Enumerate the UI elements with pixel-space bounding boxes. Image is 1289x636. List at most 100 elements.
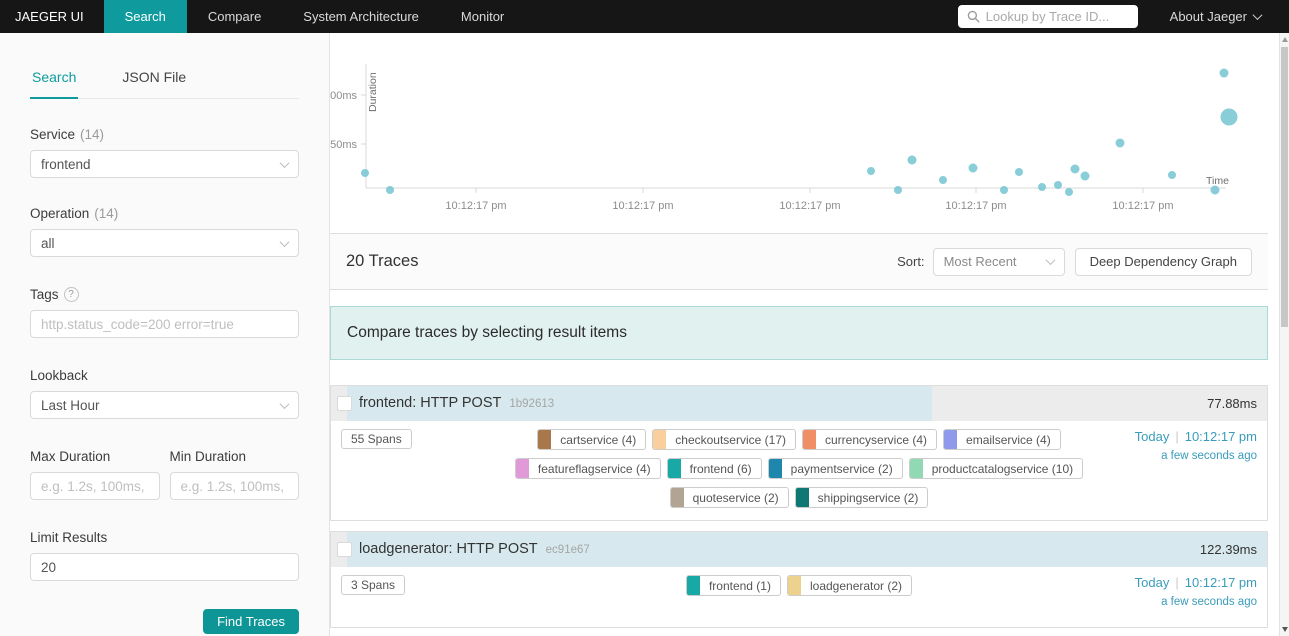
- service-color-block: [686, 576, 700, 595]
- operation-select[interactable]: all: [30, 229, 299, 257]
- lookback-select-value: Last Hour: [41, 397, 100, 413]
- help-icon[interactable]: ?: [63, 287, 79, 302]
- trace-time[interactable]: 10:12:17 pm: [1185, 429, 1257, 444]
- svg-text:50ms: 50ms: [330, 139, 357, 151]
- trace-date[interactable]: Today: [1135, 575, 1170, 590]
- service-color-block: [944, 430, 958, 449]
- trace-result-header[interactable]: frontend: HTTP POST 1b92613 77.88ms: [331, 386, 1267, 421]
- service-tag-label: loadgenerator (2): [809, 578, 903, 593]
- compare-banner-text: Compare traces by selecting result items: [347, 324, 627, 341]
- tags-input[interactable]: [30, 310, 299, 338]
- service-tag-label: featureflagservice (4): [537, 461, 651, 476]
- about-jaeger-menu[interactable]: About Jaeger: [1169, 9, 1263, 24]
- service-tag-label: emailservice (4): [966, 432, 1051, 447]
- service-tag-label: currencyservice (4): [825, 432, 928, 447]
- tags-group: Tags ?: [30, 287, 299, 338]
- service-select-value: frontend: [41, 156, 91, 172]
- trace-title: loadgenerator: HTTP POST ec91e67: [359, 532, 590, 568]
- max-duration-label-text: Max Duration: [30, 449, 111, 464]
- service-tag-label: frontend (6): [689, 461, 752, 476]
- svg-text:10:12:17 pm: 10:12:17 pm: [612, 200, 673, 212]
- span-count-pill: 55 Spans: [341, 429, 412, 449]
- min-duration-group: Min Duration: [169, 449, 300, 500]
- trace-lookup-input[interactable]: [985, 9, 1129, 24]
- limit-input[interactable]: [30, 553, 299, 581]
- nav-item-compare[interactable]: Compare: [187, 0, 282, 33]
- scrollbar-up-icon[interactable]: [1282, 37, 1288, 42]
- trace-title: frontend: HTTP POST 1b92613: [359, 386, 554, 422]
- trace-date-time: Today | 10:12:17 pm: [1135, 429, 1257, 444]
- duration-row: Max Duration Min Duration: [30, 449, 299, 500]
- top-navbar: JAEGER UI Search Compare System Architectu…: [0, 0, 1289, 33]
- max-duration-group: Max Duration: [30, 449, 160, 500]
- service-label: Service (14): [30, 127, 299, 142]
- trace-result-body: 3 Spans frontend (1) loadgenerator (2) Toda…: [331, 567, 1267, 627]
- service-tag-productcatalogservice-10: productcatalogservice (10): [908, 458, 1084, 479]
- service-tag-label: productcatalogservice (10): [931, 461, 1074, 476]
- deep-dependency-graph-button[interactable]: Deep Dependency Graph: [1074, 247, 1252, 276]
- chevron-down-icon: [279, 236, 290, 247]
- min-duration-label: Min Duration: [170, 449, 300, 464]
- svg-text:100ms: 100ms: [330, 90, 357, 102]
- lookback-label: Lookback: [30, 368, 299, 383]
- sidebar-tab-json-file[interactable]: JSON File: [120, 63, 188, 98]
- lookback-group: Lookback Last Hour: [30, 368, 299, 419]
- search-sidebar: Search JSON File Service (14) frontend Op…: [0, 33, 330, 636]
- find-traces-button[interactable]: Find Traces: [203, 609, 299, 634]
- service-tag-currencyservice-4: currencyservice (4): [802, 429, 938, 450]
- lookback-select[interactable]: Last Hour: [30, 391, 299, 419]
- page-scrollbar[interactable]: [1279, 33, 1289, 636]
- min-duration-input[interactable]: [169, 472, 299, 500]
- about-jaeger-label: About Jaeger: [1169, 9, 1247, 24]
- service-tag-label: shippingservice (2): [817, 490, 919, 505]
- chevron-down-icon: [1252, 10, 1263, 21]
- service-select[interactable]: frontend: [30, 150, 299, 178]
- app-brand[interactable]: JAEGER UI: [0, 0, 104, 33]
- service-tag-emailservice-4: emailservice (4): [943, 429, 1061, 450]
- trace-select-checkbox[interactable]: [337, 542, 352, 557]
- svg-text:10:12:17 pm: 10:12:17 pm: [1112, 200, 1173, 212]
- trace-id: 1b92613: [509, 398, 555, 410]
- trace-result-header[interactable]: loadgenerator: HTTP POST ec91e67 122.39ms: [331, 532, 1267, 567]
- trace-duration-value: 122.39ms: [1199, 542, 1257, 557]
- sort-select[interactable]: Most Recent: [932, 247, 1065, 276]
- duration-scatter-chart[interactable]: 100ms 50ms 10:12:17 pm 10:12:17 pm 10:12:17 …: [330, 33, 1268, 233]
- compare-traces-banner: Compare traces by selecting result items: [330, 306, 1268, 360]
- trace-relative-time: a few seconds ago: [1161, 596, 1257, 608]
- trace-date[interactable]: Today: [1135, 429, 1170, 444]
- trace-duration-value: 77.88ms: [1207, 396, 1257, 411]
- nav-item-search[interactable]: Search: [103, 0, 187, 33]
- search-results-main: 100ms 50ms 10:12:17 pm 10:12:17 pm 10:12:17 …: [330, 33, 1289, 636]
- scrollbar-down-icon[interactable]: [1282, 627, 1288, 632]
- tags-label-text: Tags: [30, 287, 59, 302]
- trace-select-checkbox[interactable]: [337, 396, 352, 411]
- page-layout: Search JSON File Service (14) frontend Op…: [0, 33, 1289, 636]
- operation-label-text: Operation: [30, 206, 90, 221]
- service-color-block: [653, 430, 667, 449]
- nav-item-monitor[interactable]: Monitor: [440, 0, 525, 33]
- service-tag-label: frontend (1): [708, 578, 771, 593]
- operation-select-value: all: [41, 235, 55, 251]
- service-tag-frontend-1: frontend (1): [685, 575, 781, 596]
- service-tag-checkoutservice-17: checkoutservice (17): [652, 429, 796, 450]
- trace-result-item[interactable]: frontend: HTTP POST 1b92613 77.88ms 55 Span…: [330, 385, 1268, 521]
- results-header: 20 Traces Sort: Most Recent Deep Depende…: [330, 233, 1268, 290]
- service-tag-featureflagservice-4: featureflagservice (4): [514, 458, 661, 479]
- service-tag-label: paymentservice (2): [790, 461, 893, 476]
- navbar-right: About Jaeger: [957, 0, 1289, 33]
- scatter-plot-svg: 100ms 50ms 10:12:17 pm 10:12:17 pm 10:12:17 …: [330, 64, 1238, 212]
- lookback-label-text: Lookback: [30, 368, 88, 383]
- trace-result-item[interactable]: loadgenerator: HTTP POST ec91e67 122.39ms 3…: [330, 531, 1268, 628]
- service-tag-label: cartservice (4): [560, 432, 637, 447]
- scrollbar-thumb[interactable]: [1281, 47, 1288, 327]
- trace-time[interactable]: 10:12:17 pm: [1185, 575, 1257, 590]
- operation-group: Operation (14) all: [30, 206, 299, 257]
- sidebar-tab-search[interactable]: Search: [30, 63, 79, 99]
- operation-label: Operation (14): [30, 206, 299, 221]
- nav-item-system-architecture[interactable]: System Architecture: [282, 0, 440, 33]
- trace-relative-time: a few seconds ago: [1161, 450, 1257, 462]
- service-tag-quoteservice-2: quoteservice (2): [669, 487, 789, 508]
- max-duration-input[interactable]: [30, 472, 160, 500]
- trace-lookup-box[interactable]: [957, 5, 1138, 28]
- separator: |: [1175, 575, 1179, 590]
